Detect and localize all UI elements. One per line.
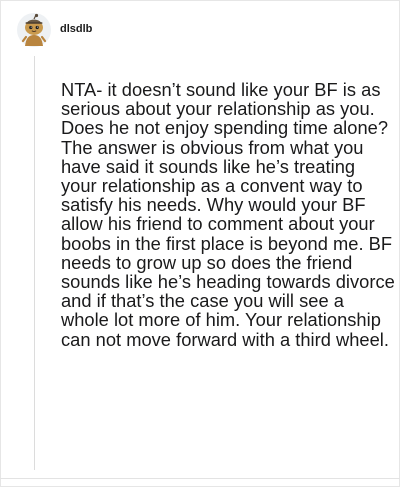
comment-author[interactable]: dlsdlb (60, 23, 92, 36)
comment-body: NTA- it doesn’t sound like your BF is as… (61, 79, 395, 350)
avatar-icon[interactable] (17, 13, 51, 47)
divider (0, 478, 400, 479)
thread-line[interactable] (34, 56, 35, 470)
